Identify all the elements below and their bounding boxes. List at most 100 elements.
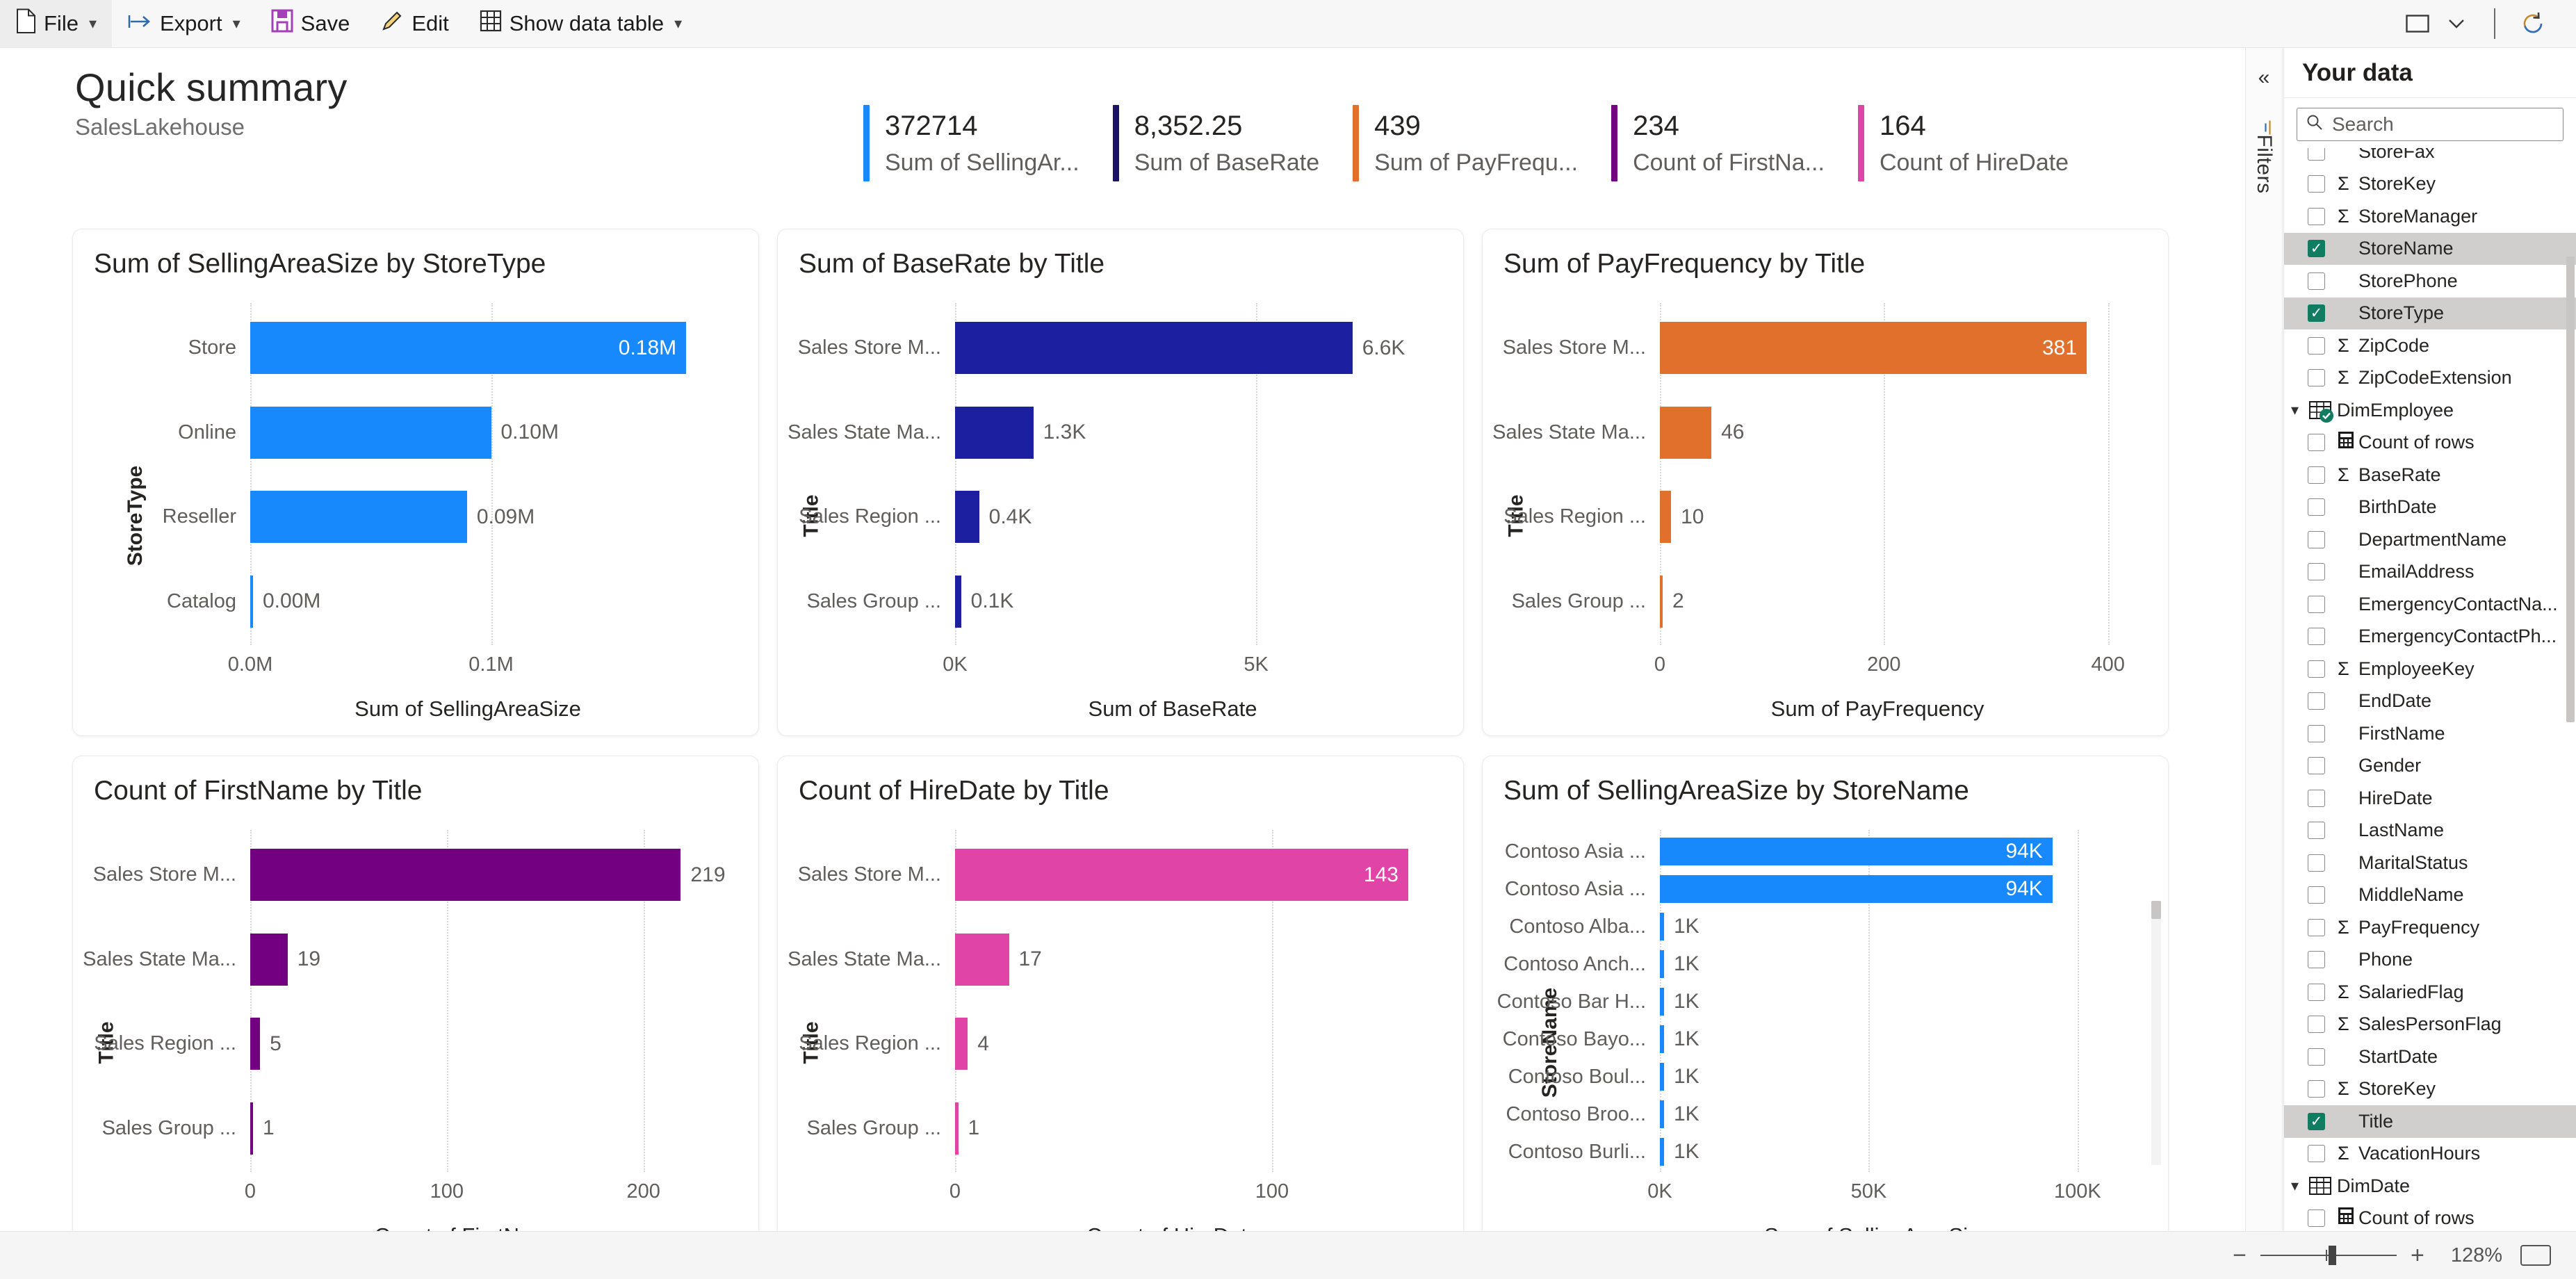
bar[interactable] <box>250 406 491 459</box>
chart-row[interactable]: Sales Group ... 1 <box>73 1086 758 1171</box>
chevron-down-icon[interactable]: ▾ <box>2291 1177 2309 1195</box>
field-checkbox[interactable] <box>2308 595 2325 613</box>
bar[interactable] <box>955 1102 959 1155</box>
fit-to-page-icon[interactable] <box>2520 1245 2551 1266</box>
field-checkbox[interactable] <box>2308 692 2325 710</box>
bar[interactable] <box>1660 1100 1664 1128</box>
bar[interactable] <box>250 933 288 986</box>
bar[interactable] <box>1660 1138 1664 1166</box>
ribbon-edit-button[interactable]: Edit <box>365 0 464 48</box>
chart-row[interactable]: Contoso Asia ... 94K <box>1483 870 2168 908</box>
field-item-enddate[interactable]: EndDate <box>2284 685 2576 718</box>
chart-row[interactable]: Contoso Boul... 1K <box>1483 1058 2168 1095</box>
field-checkbox[interactable] <box>2308 789 2325 807</box>
field-checkbox[interactable] <box>2308 724 2325 742</box>
kpi-card[interactable]: 439 Sum of PayFrequ... <box>1353 105 1611 181</box>
chevron-down-icon[interactable] <box>2437 4 2476 43</box>
kpi-card[interactable]: 234 Count of FirstNa... <box>1611 105 1858 181</box>
chart-row[interactable]: Sales State Ma... 46 <box>1483 391 2168 475</box>
chart-row[interactable]: Sales Store M... 6.6K <box>778 306 1463 391</box>
field-checkbox[interactable] <box>2308 563 2325 581</box>
field-checkbox[interactable] <box>2308 854 2325 872</box>
field-item-maritalstatus[interactable]: MaritalStatus <box>2284 847 2576 879</box>
chart-row[interactable]: Sales State Ma... 19 <box>73 918 758 1002</box>
field-checkbox[interactable] <box>2308 822 2325 840</box>
search-input[interactable] <box>2332 113 2554 136</box>
field-checkbox[interactable] <box>2308 304 2325 323</box>
field-item-storemanager[interactable]: Σ StoreManager <box>2284 200 2576 233</box>
bar[interactable] <box>1660 406 1712 459</box>
chart-card[interactable]: Sum of SellingAreaSize by StoreName Store… <box>1482 756 2169 1231</box>
field-item-hiredate[interactable]: HireDate <box>2284 782 2576 815</box>
chart-row[interactable]: Contoso Bayo... 1K <box>1483 1020 2168 1058</box>
bar[interactable] <box>250 491 467 544</box>
kpi-card[interactable]: 8,352.25 Sum of BaseRate <box>1112 105 1353 181</box>
chart-row[interactable]: Sales State Ma... 1.3K <box>778 391 1463 475</box>
chevron-double-left-icon[interactable]: « <box>2258 66 2270 90</box>
chart-row[interactable]: Sales Group ... 0.1K <box>778 560 1463 644</box>
field-checkbox[interactable] <box>2308 918 2325 936</box>
kpi-card[interactable]: 164 Count of HireDate <box>1857 105 2102 181</box>
field-checkbox[interactable] <box>2308 240 2325 258</box>
field-checkbox[interactable] <box>2308 1048 2325 1066</box>
field-item-count-of-rows[interactable]: Count of rows <box>2284 427 2576 459</box>
field-item-count-of-rows[interactable]: Count of rows <box>2284 1203 2576 1232</box>
field-checkbox[interactable] <box>2308 434 2325 452</box>
field-checkbox[interactable] <box>2308 175 2325 193</box>
restore-window-icon[interactable] <box>2398 4 2437 43</box>
field-checkbox[interactable] <box>2308 272 2325 290</box>
field-item-salespersonflag[interactable]: Σ SalesPersonFlag <box>2284 1009 2576 1041</box>
field-checkbox[interactable] <box>2308 148 2325 161</box>
chart-row[interactable]: Sales Region ... 4 <box>778 1002 1463 1086</box>
chart-row[interactable]: Sales Store M... 219 <box>73 833 758 918</box>
field-checkbox[interactable] <box>2308 498 2325 516</box>
field-item-phone[interactable]: Phone <box>2284 944 2576 977</box>
bar[interactable]: 381 <box>1660 322 2087 375</box>
chart-row[interactable]: Contoso Broo... 1K <box>1483 1095 2168 1133</box>
zoom-in-button[interactable]: + <box>2402 1242 2433 1269</box>
field-checkbox[interactable] <box>2308 1209 2325 1228</box>
bar[interactable] <box>955 575 961 628</box>
zoom-slider[interactable] <box>2260 1246 2397 1265</box>
bar[interactable] <box>250 1018 261 1070</box>
chart-card[interactable]: Sum of BaseRate by Title Title Sales Store… <box>777 229 1464 736</box>
search-box[interactable] <box>2297 108 2563 141</box>
field-checkbox[interactable] <box>2308 1112 2325 1130</box>
field-checkbox[interactable] <box>2308 983 2325 1001</box>
chevron-down-icon[interactable]: ▾ <box>2291 401 2309 419</box>
ribbon-export-button[interactable]: Export ▾ <box>112 0 256 48</box>
field-item-gender[interactable]: Gender <box>2284 750 2576 783</box>
field-item-storefax[interactable]: StoreFax <box>2284 148 2576 168</box>
field-item-zipcodeextension[interactable]: Σ ZipCodeExtension <box>2284 362 2576 395</box>
zoom-out-button[interactable]: − <box>2224 1242 2255 1269</box>
field-checkbox[interactable] <box>2308 530 2325 548</box>
chart-row[interactable]: Reseller 0.09M <box>73 475 758 560</box>
ribbon-show-data-table-button[interactable]: Show data table ▾ <box>464 0 697 48</box>
field-item-storephone[interactable]: StorePhone <box>2284 265 2576 298</box>
bar[interactable]: 0.18M <box>250 322 687 375</box>
table-node-dimemployee[interactable]: ▾ DimEmployee <box>2284 394 2576 427</box>
chart-row[interactable]: Online 0.10M <box>73 391 758 475</box>
ribbon-save-button[interactable]: Save <box>256 0 366 48</box>
field-checkbox[interactable] <box>2308 1080 2325 1098</box>
field-item-storetype[interactable]: StoreType <box>2284 297 2576 329</box>
chart-row[interactable]: Sales Region ... 10 <box>1483 475 2168 560</box>
bar[interactable] <box>955 491 979 544</box>
field-checkbox[interactable] <box>2308 1145 2325 1163</box>
chart-card[interactable]: Count of HireDate by Title Title Sales Sto… <box>777 756 1464 1231</box>
field-item-storekey[interactable]: Σ StoreKey <box>2284 1073 2576 1106</box>
chart-row[interactable]: Sales Group ... 1 <box>778 1086 1463 1171</box>
chart-row[interactable]: Sales Store M... 143 <box>778 833 1463 918</box>
chart-row[interactable]: Contoso Asia ... 94K <box>1483 833 2168 870</box>
field-item-departmentname[interactable]: DepartmentName <box>2284 523 2576 556</box>
bar[interactable] <box>1660 1025 1664 1053</box>
bar[interactable] <box>955 1018 968 1070</box>
bar[interactable] <box>1660 950 1664 978</box>
bar[interactable] <box>1660 575 1663 628</box>
bar[interactable] <box>250 1102 253 1155</box>
field-item-lastname[interactable]: LastName <box>2284 815 2576 847</box>
table-node-dimdate[interactable]: ▾ DimDate <box>2284 1170 2576 1203</box>
field-item-zipcode[interactable]: Σ ZipCode <box>2284 329 2576 362</box>
field-checkbox[interactable] <box>2308 369 2325 387</box>
bar[interactable] <box>1660 913 1664 940</box>
